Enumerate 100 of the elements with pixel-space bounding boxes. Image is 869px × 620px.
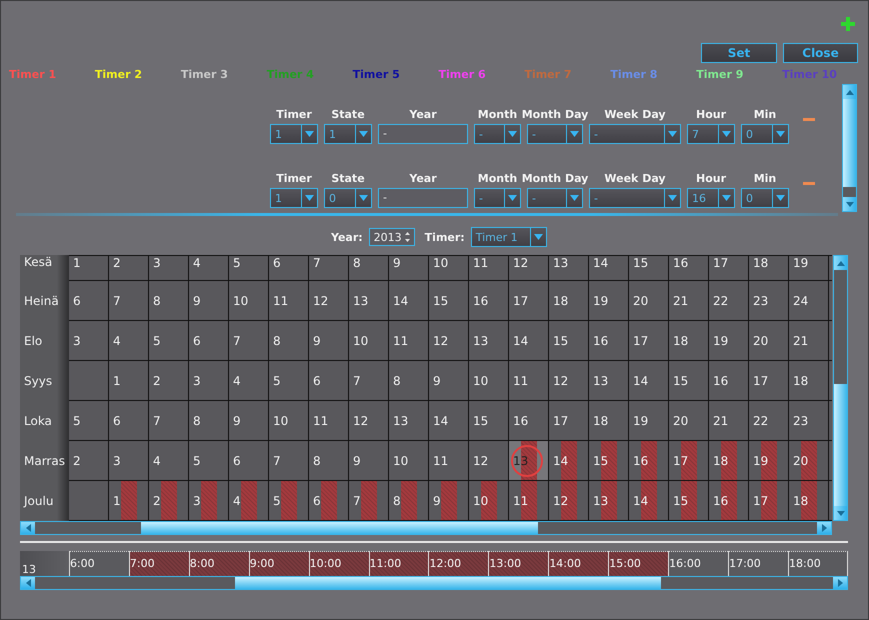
dropdown[interactable]: - <box>474 124 521 144</box>
scrollbar[interactable] <box>842 84 857 212</box>
day-cell[interactable]: 12 <box>429 321 469 361</box>
day-cell[interactable]: 17 <box>669 441 709 481</box>
day-cell[interactable]: 8 <box>189 401 229 441</box>
day-cell[interactable]: 5 <box>69 401 109 441</box>
day-cell[interactable]: 8 <box>389 361 429 401</box>
day-cell[interactable]: 8 <box>149 281 189 321</box>
day-cell[interactable]: 9 <box>389 255 429 281</box>
day-cell[interactable]: 17 <box>709 255 749 281</box>
day-cell[interactable]: 12 <box>509 255 549 281</box>
day-cell[interactable]: 16 <box>629 441 669 481</box>
day-cell[interactable]: 2 <box>149 361 189 401</box>
day-cell[interactable]: 12 <box>309 281 349 321</box>
day-cell[interactable]: 18 <box>549 281 589 321</box>
hour-slot[interactable]: 13:00 <box>488 551 548 576</box>
day-cell[interactable]: 15 <box>549 321 589 361</box>
scroll-right-button[interactable] <box>833 577 847 589</box>
day-cell[interactable]: 14 <box>509 321 549 361</box>
dropdown[interactable]: 1 <box>324 124 372 144</box>
day-cell[interactable]: 12 <box>549 481 589 521</box>
scroll-up-button[interactable] <box>834 256 847 270</box>
day-cell[interactable]: 10 <box>469 481 509 521</box>
scroll-right-button[interactable] <box>817 522 831 534</box>
day-cell[interactable] <box>69 481 109 521</box>
scroll-down-button[interactable] <box>843 197 856 211</box>
dropdown[interactable]: 7 <box>687 124 735 144</box>
dropdown[interactable]: 1 <box>270 188 318 208</box>
year-spinner[interactable]: 2013 <box>368 228 415 246</box>
scroll-left-button[interactable] <box>21 577 35 589</box>
day-cell[interactable]: 11 <box>469 255 509 281</box>
dropdown[interactable]: - <box>589 124 681 144</box>
hour-slot[interactable]: 14:00 <box>548 551 608 576</box>
day-cell[interactable]: 14 <box>629 361 669 401</box>
day-cell[interactable]: 13 <box>589 361 629 401</box>
day-cell[interactable]: 11 <box>509 361 549 401</box>
day-cell[interactable]: 12 <box>549 361 589 401</box>
day-cell[interactable]: 11 <box>309 401 349 441</box>
day-cell[interactable]: 16 <box>709 361 749 401</box>
day-cell[interactable]: 18 <box>709 441 749 481</box>
day-cell[interactable]: 7 <box>349 361 389 401</box>
scroll-up-button[interactable] <box>843 85 856 99</box>
day-cell[interactable]: 10 <box>269 401 309 441</box>
hour-slot[interactable]: 12:00 <box>428 551 488 576</box>
day-cell[interactable]: 8 <box>349 255 389 281</box>
day-cell[interactable]: 12 <box>349 401 389 441</box>
day-cell[interactable]: 11 <box>429 441 469 481</box>
day-cell[interactable]: 5 <box>229 255 269 281</box>
dropdown[interactable]: 0 <box>741 188 789 208</box>
scrollbar[interactable] <box>20 576 848 590</box>
day-cell[interactable]: 5 <box>189 441 229 481</box>
dropdown[interactable]: 1 <box>270 124 318 144</box>
scrollbar[interactable] <box>833 255 848 521</box>
day-cell[interactable]: 14 <box>429 401 469 441</box>
day-cell[interactable]: 13 <box>389 401 429 441</box>
day-cell[interactable]: 4 <box>189 255 229 281</box>
day-cell[interactable]: 14 <box>629 481 669 521</box>
day-cell[interactable]: 12 <box>469 441 509 481</box>
day-cell[interactable]: 11 <box>269 281 309 321</box>
day-cell[interactable]: 6 <box>309 481 349 521</box>
day-cell[interactable]: 14 <box>589 255 629 281</box>
day-cell[interactable]: 19 <box>789 255 829 281</box>
scrollbar-thumb[interactable] <box>235 577 661 589</box>
day-cell[interactable]: 9 <box>309 321 349 361</box>
day-cell[interactable]: 2 <box>69 441 109 481</box>
day-cell[interactable]: 15 <box>669 481 709 521</box>
day-cell[interactable]: 18 <box>789 481 829 521</box>
day-cell[interactable]: 20 <box>789 441 829 481</box>
scroll-left-button[interactable] <box>21 522 35 534</box>
day-cell[interactable]: 6 <box>309 361 349 401</box>
day-cell[interactable]: 17 <box>549 401 589 441</box>
input-field[interactable]: - <box>378 124 468 144</box>
dropdown[interactable]: - <box>589 188 681 208</box>
day-cell[interactable]: 18 <box>789 361 829 401</box>
day-cell[interactable]: 11 <box>509 481 549 521</box>
day-cell[interactable]: 8 <box>269 321 309 361</box>
day-cell[interactable]: 16 <box>509 401 549 441</box>
dropdown[interactable]: - <box>474 188 521 208</box>
day-cell[interactable]: 6 <box>189 321 229 361</box>
day-cell[interactable]: 10 <box>349 321 389 361</box>
day-cell[interactable]: 24 <box>789 281 829 321</box>
day-cell[interactable]: 18 <box>589 401 629 441</box>
day-cell[interactable]: 1 <box>109 481 149 521</box>
day-cell[interactable]: 5 <box>269 361 309 401</box>
hour-slot[interactable]: 18:00 <box>788 551 848 576</box>
day-cell[interactable]: 20 <box>629 281 669 321</box>
day-cell[interactable]: 3 <box>69 321 109 361</box>
day-cell[interactable]: 9 <box>229 401 269 441</box>
day-cell[interactable]: 15 <box>469 401 509 441</box>
day-cell[interactable]: 10 <box>469 361 509 401</box>
day-cell[interactable]: 7 <box>109 281 149 321</box>
day-cell[interactable]: 19 <box>589 281 629 321</box>
day-cell[interactable]: 20 <box>749 321 789 361</box>
day-cell[interactable]: 22 <box>749 401 789 441</box>
day-cell[interactable]: 8 <box>309 441 349 481</box>
day-cell[interactable]: 3 <box>109 441 149 481</box>
day-cell[interactable]: 21 <box>789 321 829 361</box>
day-cell[interactable]: 3 <box>149 255 189 281</box>
day-cell[interactable]: 4 <box>229 361 269 401</box>
day-cell[interactable]: 7 <box>149 401 189 441</box>
